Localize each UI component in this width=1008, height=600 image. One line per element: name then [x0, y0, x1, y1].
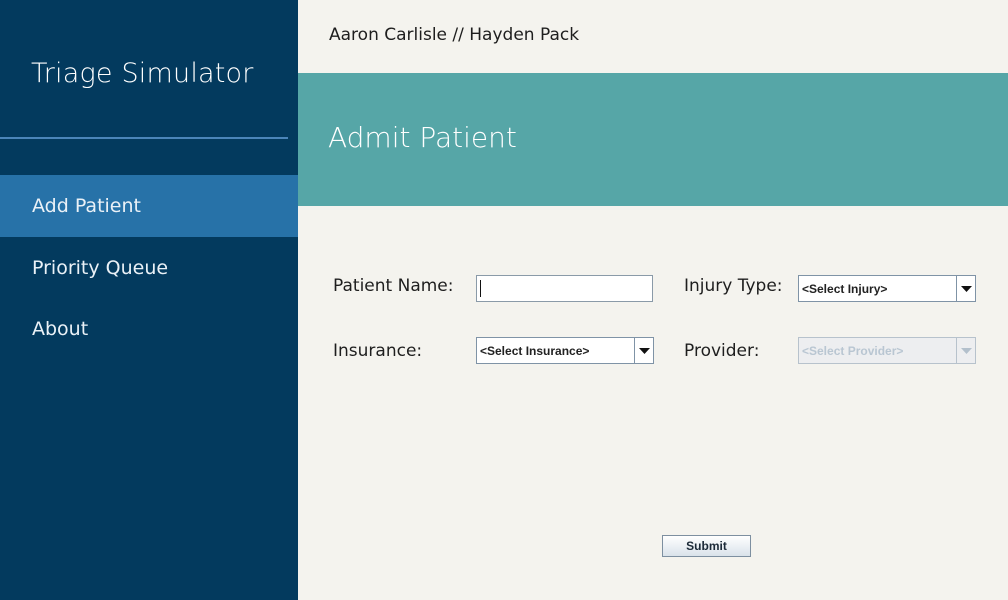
sidebar-item-about[interactable]: About — [0, 298, 298, 360]
app-window: Triage Simulator Add Patient Priority Qu… — [0, 0, 1008, 600]
page-banner: Admit Patient — [298, 73, 1008, 206]
chevron-down-icon[interactable] — [956, 276, 975, 301]
provider-label: Provider: — [684, 341, 760, 361]
injury-type-label: Injury Type: — [684, 276, 783, 296]
chevron-down-icon — [956, 338, 975, 363]
insurance-selected: <Select Insurance> — [480, 343, 590, 358]
patient-name-input[interactable] — [476, 275, 653, 302]
app-title: Triage Simulator — [31, 58, 254, 89]
sidebar-divider — [0, 137, 288, 139]
sidebar-item-add-patient[interactable]: Add Patient — [0, 175, 298, 237]
sidebar-item-priority-queue[interactable]: Priority Queue — [0, 237, 298, 299]
patient-name-label: Patient Name: — [333, 276, 454, 296]
provider-selected: <Select Provider> — [802, 343, 904, 358]
chevron-down-icon[interactable] — [634, 338, 653, 363]
authors-text: Aaron Carlisle // Hayden Pack — [329, 25, 580, 45]
sidebar: Triage Simulator Add Patient Priority Qu… — [0, 0, 298, 600]
insurance-label: Insurance: — [333, 341, 423, 361]
page-title: Admit Patient — [328, 121, 517, 154]
text-caret — [480, 280, 481, 297]
injury-type-select[interactable]: <Select Injury> — [798, 275, 976, 302]
injury-type-selected: <Select Injury> — [802, 281, 888, 296]
insurance-select[interactable]: <Select Insurance> — [476, 337, 654, 364]
provider-select: <Select Provider> — [798, 337, 976, 364]
submit-button[interactable]: Submit — [662, 535, 751, 557]
